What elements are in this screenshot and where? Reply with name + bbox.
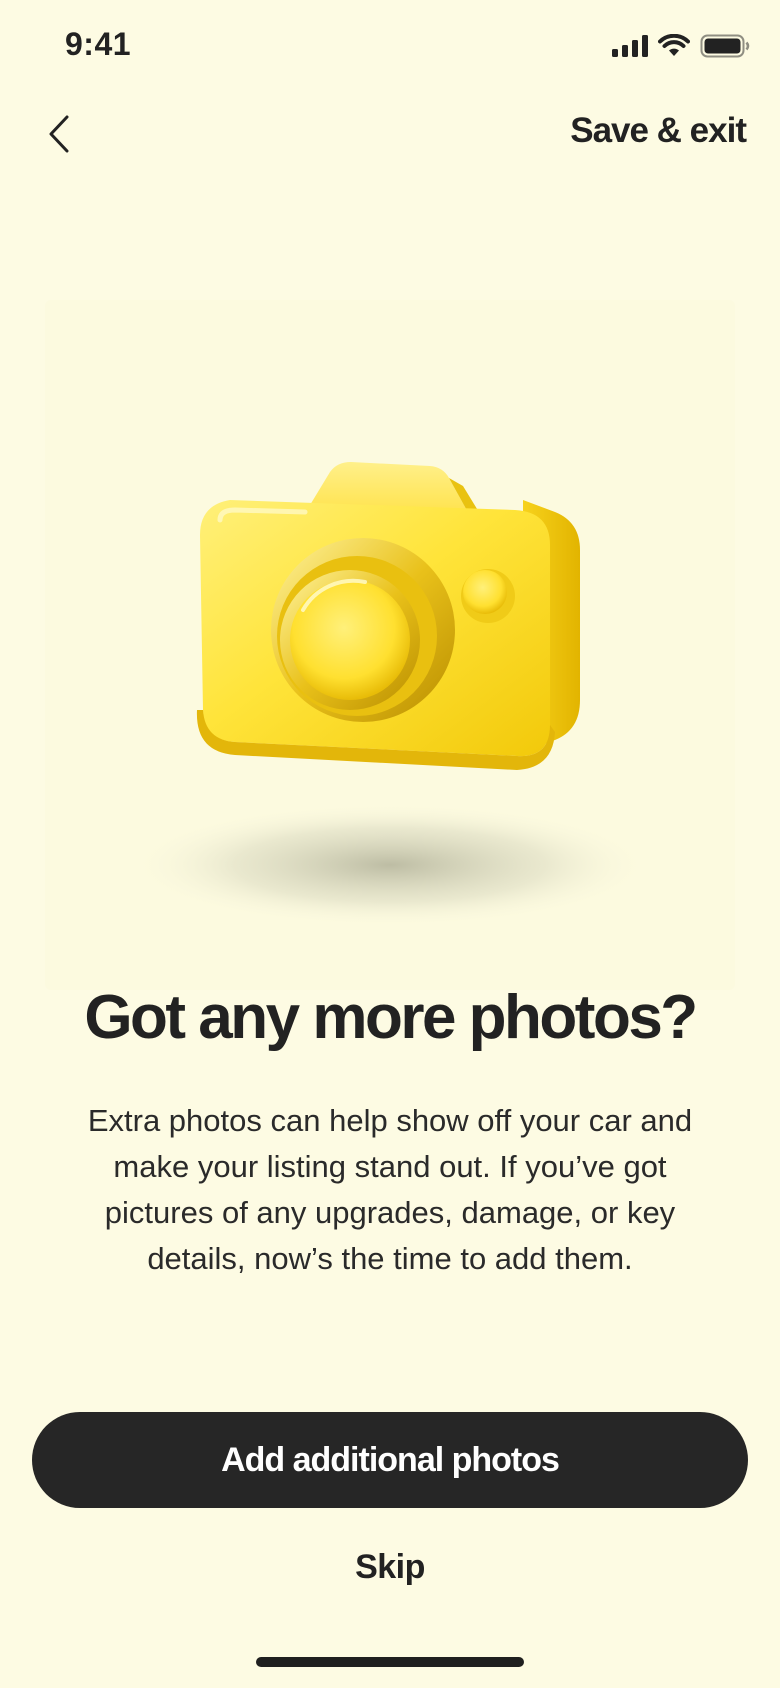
page-title: Got any more photos? — [84, 983, 698, 1052]
top-nav: Save & exit — [0, 95, 780, 175]
status-icons — [612, 34, 750, 58]
cellular-signal-icon — [612, 35, 648, 57]
back-button[interactable] — [34, 109, 84, 159]
camera-icon — [130, 462, 650, 927]
description-text: Extra photos can help show off your car … — [87, 1103, 693, 1276]
status-bar: 9:41 — [0, 0, 780, 92]
status-time: 9:41 — [65, 26, 132, 62]
add-additional-photos-button[interactable]: Add additional photos — [32, 1412, 748, 1508]
chevron-left-icon — [49, 115, 69, 153]
skip-button[interactable]: Skip — [0, 1548, 780, 1587]
home-indicator — [256, 1657, 524, 1667]
battery-icon — [700, 34, 750, 58]
camera-illustration — [45, 300, 735, 990]
save-exit-button[interactable]: Save & exit — [570, 111, 747, 151]
wifi-icon — [658, 34, 690, 56]
